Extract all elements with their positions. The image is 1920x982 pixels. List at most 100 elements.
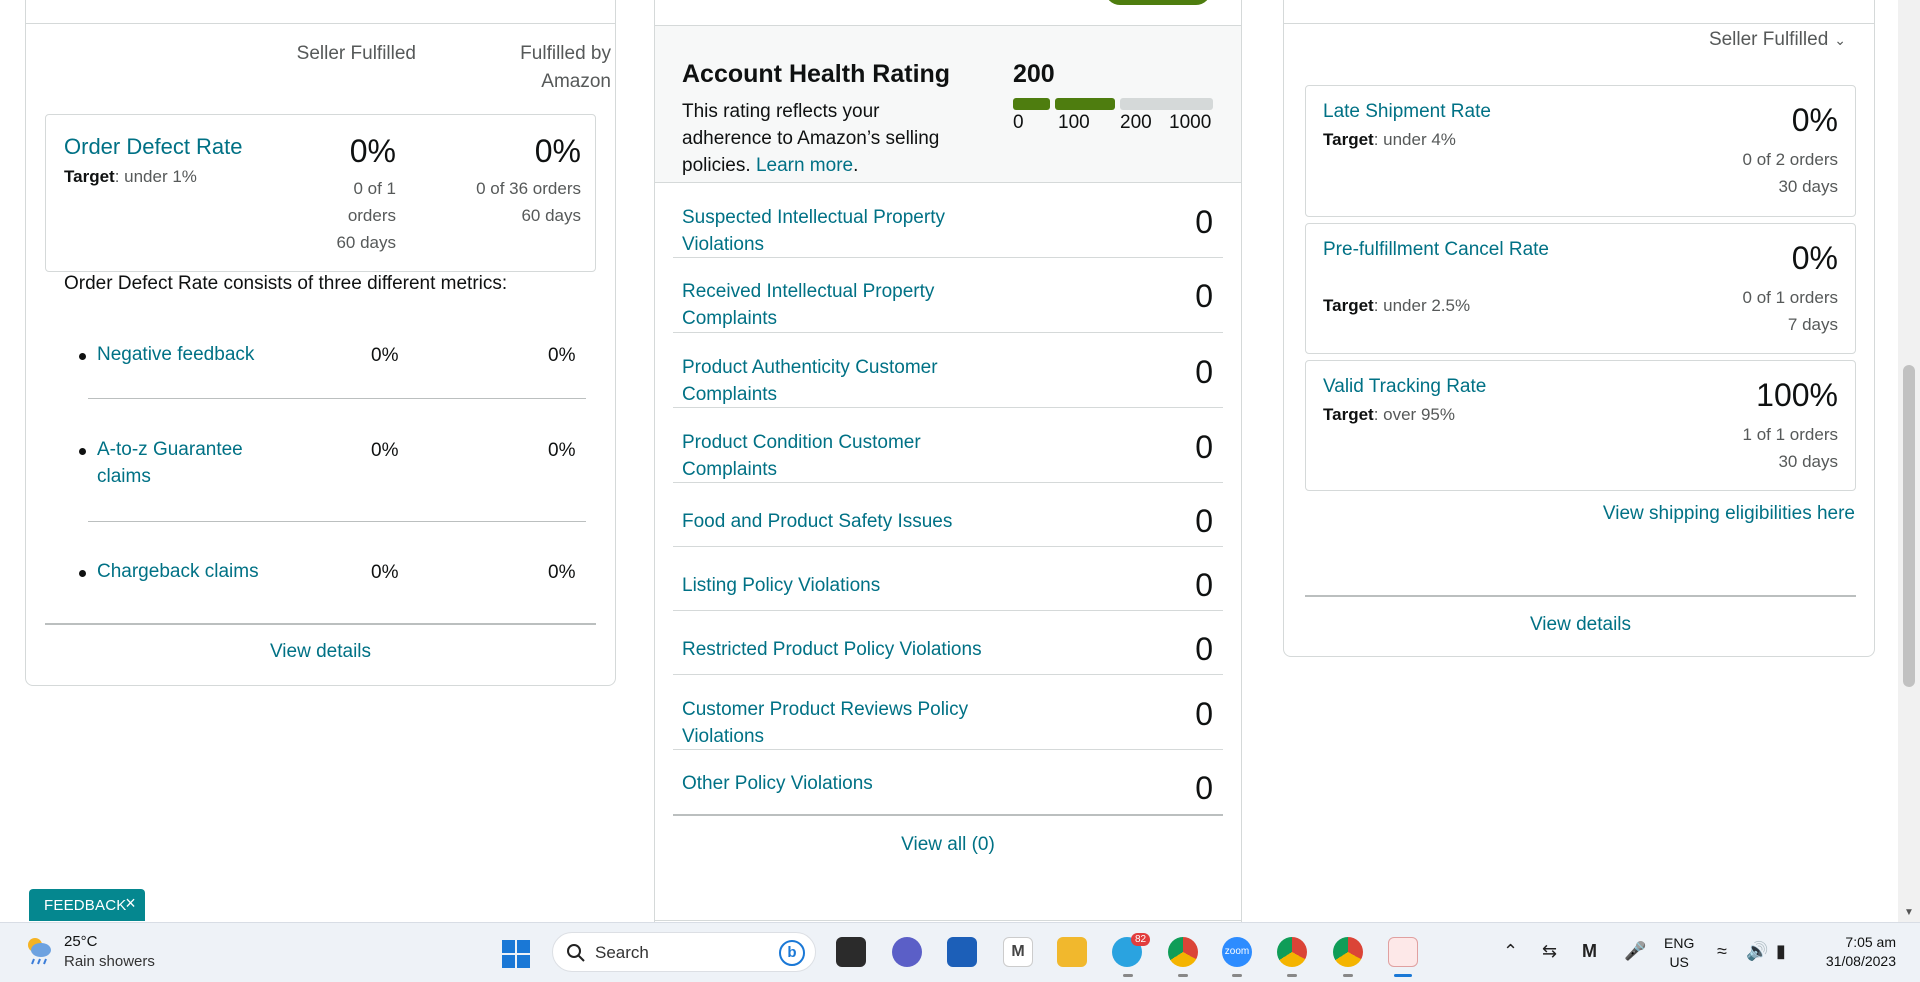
file-explorer-icon[interactable] <box>1057 937 1087 967</box>
scrollbar-thumb[interactable] <box>1903 365 1915 687</box>
negative-feedback-seller: 0% <box>371 345 399 366</box>
target-label: Target <box>1323 130 1374 149</box>
violation-link[interactable]: Received Intellectual Property Complaint… <box>682 278 992 332</box>
policy-compliance-card: Account Health Rating This rating reflec… <box>654 0 1242 922</box>
late-shipment-period: 30 days <box>1778 177 1838 196</box>
violation-row: Product Authenticity Customer Complaints… <box>673 333 1223 408</box>
violation-count: 0 <box>1195 354 1213 390</box>
region-code: US <box>1669 954 1689 970</box>
app-tray-icon[interactable]: M <box>1582 941 1597 962</box>
violation-link[interactable]: Product Authenticity Customer Complaints <box>682 354 992 408</box>
microsoft-store-icon[interactable] <box>947 937 977 967</box>
seller-odr-period: 60 days <box>336 233 396 252</box>
snipping-tool-icon[interactable] <box>1388 937 1418 967</box>
violation-row: Customer Product Reviews Policy Violatio… <box>673 675 1223 750</box>
feedback-tab[interactable]: FEEDBACK × <box>29 889 145 921</box>
odr-explanation: Order Defect Rate consists of three diff… <box>64 273 508 294</box>
cancel-rate-period: 7 days <box>1787 315 1838 334</box>
violation-link[interactable]: Suspected Intellectual Property Violatio… <box>682 204 992 258</box>
chevron-up-icon[interactable]: ⌃ <box>1503 941 1518 962</box>
a-to-z-claims-link[interactable]: A-to-z Guarantee claims <box>97 436 243 490</box>
chargeback-claims-link[interactable]: Chargeback claims <box>97 558 259 585</box>
fba-odr-period: 60 days <box>521 206 581 225</box>
zoom-icon[interactable]: zoom <box>1222 937 1252 967</box>
view-all-link[interactable]: View all (0) <box>673 834 1223 856</box>
divider <box>1305 595 1856 597</box>
bullet-icon <box>79 353 86 360</box>
a-to-z-seller: 0% <box>371 440 399 461</box>
scale-label-200: 200 <box>1120 112 1152 133</box>
header-button[interactable] <box>1105 0 1211 5</box>
fba-odr-detail: 0 of 36 orders 60 days <box>416 175 581 229</box>
target-label: Target <box>64 167 115 186</box>
chrome-profile-3-icon[interactable] <box>1333 937 1363 967</box>
late-shipment-count: 0 of 2 orders <box>1742 150 1838 169</box>
chevron-down-icon: ⌄ <box>1834 32 1846 48</box>
shipping-eligibilities-link[interactable]: View shipping eligibilities here <box>1603 503 1855 525</box>
divider <box>88 398 586 399</box>
desc-end: . <box>853 155 859 176</box>
account-health-description: This rating reflects your adherence to A… <box>682 98 982 179</box>
customer-service-performance-card: Seller Fulfilled Fulfilled by Amazon Ord… <box>25 0 616 686</box>
battery-icon[interactable]: ▮ <box>1776 941 1786 962</box>
account-health-rating-band: Account Health Rating This rating reflec… <box>655 25 1241 183</box>
speaker-icon[interactable]: 🔊 <box>1746 941 1768 962</box>
seller-odr-count: 0 of 1 <box>353 179 396 198</box>
chrome-profile-1-icon[interactable] <box>1168 937 1198 967</box>
chrome-profile-2-icon[interactable] <box>1277 937 1307 967</box>
valid-tracking-period: 30 days <box>1778 452 1838 471</box>
scale-label-100: 100 <box>1058 112 1090 133</box>
task-view-icon[interactable] <box>836 937 866 967</box>
seller-odr-unit: orders <box>347 206 396 225</box>
late-shipment-detail: 0 of 2 orders 30 days <box>1638 146 1838 200</box>
violation-row: Restricted Product Policy Violations 0 <box>673 611 1223 675</box>
windows-start-icon[interactable] <box>502 940 530 968</box>
violation-link[interactable]: Product Condition Customer Complaints <box>682 429 992 483</box>
feedback-label: FEEDBACK <box>44 897 127 914</box>
wifi-icon[interactable]: ≈ <box>1717 941 1727 962</box>
learn-more-link[interactable]: Learn more <box>756 155 853 176</box>
close-icon[interactable]: × <box>125 893 136 914</box>
scroll-down-arrow-icon[interactable]: ▼ <box>1904 907 1914 918</box>
late-shipment-link[interactable]: Late Shipment Rate <box>1323 98 1553 126</box>
divider <box>88 521 586 522</box>
valid-tracking-link[interactable]: Valid Tracking Rate <box>1323 373 1553 401</box>
microphone-icon[interactable]: 🎤 <box>1624 941 1646 962</box>
page: Seller Fulfilled Fulfilled by Amazon Ord… <box>0 0 1898 922</box>
violation-link[interactable]: Other Policy Violations <box>682 770 1082 797</box>
violation-link[interactable]: Food and Product Safety Issues <box>682 508 1082 535</box>
desc-line-1: This rating reflects your <box>682 101 880 122</box>
divider <box>45 623 596 625</box>
view-details-link[interactable]: View details <box>1305 614 1856 636</box>
teams-chat-icon[interactable] <box>892 937 922 967</box>
view-details-link[interactable]: View details <box>45 641 596 663</box>
violation-link[interactable]: Listing Policy Violations <box>682 572 1082 599</box>
clock-date: 31/08/2023 <box>1825 953 1896 969</box>
fba-odr-count: 0 of 36 orders <box>476 179 581 198</box>
negative-feedback-link[interactable]: Negative feedback <box>97 341 254 368</box>
divider <box>655 920 1241 921</box>
sync-icon[interactable]: ⇆ <box>1542 941 1557 962</box>
violation-count: 0 <box>1195 278 1213 314</box>
windows-taskbar: 25°C Rain showers Search b M 82 zoom ⌃ ⇆… <box>0 922 1920 982</box>
violation-link[interactable]: Restricted Product Policy Violations <box>682 636 1082 663</box>
cancel-rate-target: Target: under 2.5% <box>1323 296 1470 316</box>
fba-column-header: Fulfilled by Amazon <box>456 40 611 96</box>
language-indicator[interactable]: ENG US <box>1664 934 1694 972</box>
gmail-m-icon[interactable]: M <box>1003 937 1033 967</box>
cancel-rate-percent: 0% <box>1791 240 1838 276</box>
violation-count: 0 <box>1195 567 1213 603</box>
bing-icon[interactable]: b <box>779 940 805 966</box>
order-defect-rate-link[interactable]: Order Defect Rate <box>64 133 243 161</box>
cancel-rate-link[interactable]: Pre-fulfillment Cancel Rate <box>1323 236 1553 264</box>
violation-count: 0 <box>1195 696 1213 732</box>
running-indicator <box>1287 974 1297 977</box>
system-clock[interactable]: 7:05 am 31/08/2023 <box>1820 933 1896 971</box>
weather-widget[interactable]: 25°C Rain showers <box>22 933 155 972</box>
violation-row: Received Intellectual Property Complaint… <box>673 258 1223 333</box>
violation-link[interactable]: Customer Product Reviews Policy Violatio… <box>682 696 992 750</box>
fulfillment-selector[interactable]: Seller Fulfilled ⌄ <box>1709 29 1846 51</box>
taskbar-search[interactable]: Search b <box>552 932 816 972</box>
running-indicator <box>1123 974 1133 977</box>
page-scrollbar[interactable]: ▼ <box>1898 0 1920 922</box>
